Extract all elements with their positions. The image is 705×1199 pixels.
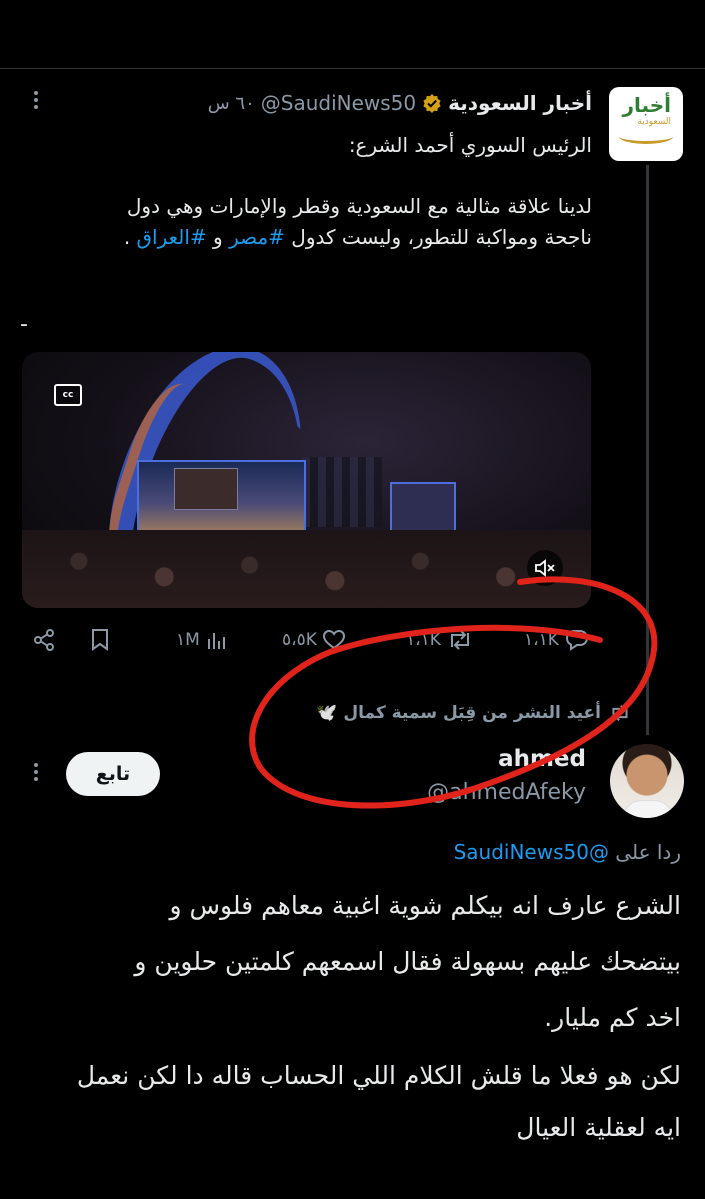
repost-button[interactable]: ١،١K — [406, 622, 473, 658]
reply-count: ١،١K — [524, 630, 559, 650]
reply-text-line: لكن هو فعلا ما قلش الكلام اللي الحساب قا… — [76, 1061, 681, 1090]
mute-icon[interactable] — [527, 550, 563, 586]
views-button[interactable]: ١M — [176, 622, 228, 658]
like-count: ٥،٥K — [282, 630, 317, 650]
reply-icon — [565, 630, 588, 651]
more-options-icon[interactable] — [26, 760, 46, 788]
author-name[interactable]: أخبار السعودية — [448, 91, 592, 115]
verified-badge-icon — [422, 93, 442, 113]
more-options-icon[interactable] — [26, 88, 46, 116]
views-count: ١M — [176, 630, 200, 650]
top-divider — [0, 68, 705, 69]
hashtag-link[interactable]: #مصر — [229, 225, 285, 249]
repost-icon — [450, 630, 469, 650]
reply-button[interactable]: ١،١K — [524, 622, 589, 658]
tweet-text-line: لدينا علاقة مثالية مع السعودية وقطر والإ… — [126, 194, 592, 218]
reply-avatar[interactable] — [610, 744, 684, 818]
reply-text-line: ايه لعقلية العيال — [516, 1113, 681, 1142]
reply-text-line: الشرع عارف انه بيكلم شوية اغبية معاهم فل… — [169, 891, 681, 920]
tweet-text-line: الرئيس السوري أحمد الشرع: — [348, 133, 592, 157]
text-dash: - — [20, 312, 28, 337]
tweet-text-line: ناجحة ومواكبة للتطور، وليست كدول #مصر و … — [32, 222, 592, 253]
repost-count: ١،١K — [406, 630, 441, 650]
news-avatar[interactable]: أخبار السعودية — [609, 87, 683, 161]
replying-mention[interactable]: @SaudiNews50 — [454, 840, 609, 864]
avatar-logo-sub: السعودية — [637, 117, 671, 127]
text-segment: ناجحة ومواكبة للتطور، وليست كدول — [284, 225, 592, 249]
avatar-logo-word: أخبار — [622, 93, 671, 117]
video-stage-lights — [302, 457, 382, 527]
repost-banner-icon — [612, 704, 628, 722]
reply-author-name[interactable]: ahmed — [498, 746, 586, 772]
heart-icon — [322, 630, 345, 650]
video-stage-screen-small — [390, 482, 456, 532]
tweet-header: أخبار السعودية @SaudiNews50 ٦٠ س — [208, 88, 592, 118]
tweet-actions: ١M ٥،٥K ١،١K ١،١K — [30, 622, 600, 658]
replying-label: ردا على — [615, 840, 681, 864]
thread-line — [646, 165, 649, 735]
share-icon[interactable] — [32, 622, 56, 658]
repost-banner-text: أعيد النشر من قِبَل سمية كمال 🕊️ — [316, 703, 601, 723]
author-handle[interactable]: @SaudiNews50 — [261, 91, 416, 115]
bookmark-icon[interactable] — [90, 622, 110, 658]
follow-button[interactable]: تابع — [66, 752, 160, 796]
hashtag-link[interactable]: #العراق — [137, 225, 207, 249]
video-player[interactable]: cc — [22, 352, 591, 608]
text-segment: . — [123, 225, 137, 249]
views-icon — [207, 633, 225, 649]
avatar-logo-swoosh — [619, 129, 673, 144]
like-button[interactable]: ٥،٥K — [282, 622, 345, 658]
replying-to: ردا على @SaudiNews50 — [454, 840, 681, 864]
reply-author-handle[interactable]: @ahmedAfeky — [427, 780, 586, 805]
video-audience — [22, 530, 591, 608]
reply-text: الشرع عارف انه بيكلم شوية اغبية معاهم فل… — [21, 878, 681, 1150]
text-segment: و — [206, 225, 230, 249]
reply-text-line: اخد كم مليار. — [544, 1003, 681, 1032]
repost-banner[interactable]: أعيد النشر من قِبَل سمية كمال 🕊️ — [316, 698, 631, 728]
tweet-text: الرئيس السوري أحمد الشرع: لدينا علاقة مث… — [32, 130, 592, 253]
reply-text-line: بيتضحك عليهم بسهولة فقال اسمعهم كلمتين ح… — [134, 947, 681, 976]
tweet-time[interactable]: ٦٠ س — [208, 93, 255, 114]
captions-icon[interactable]: cc — [54, 384, 82, 406]
